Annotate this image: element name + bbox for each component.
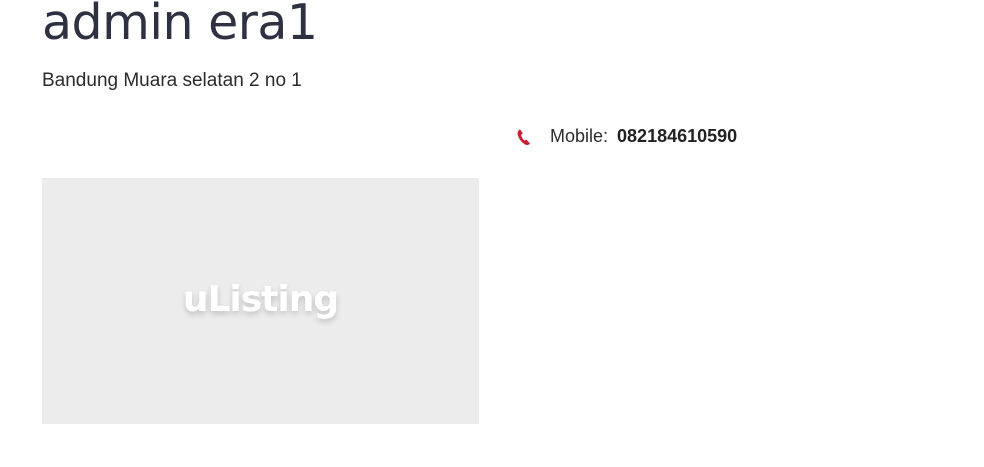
agent-name: admin era1 (42, 0, 318, 51)
agent-address: Bandung Muara selatan 2 no 1 (42, 70, 302, 91)
mobile-contact: Mobile: 082184610590 (517, 126, 737, 147)
phone-icon (517, 128, 531, 145)
listing-image-placeholder: uListing (42, 178, 479, 424)
ulisting-logo: uListing (182, 278, 339, 320)
mobile-number[interactable]: 082184610590 (617, 126, 737, 147)
mobile-label: Mobile: (550, 126, 609, 146)
